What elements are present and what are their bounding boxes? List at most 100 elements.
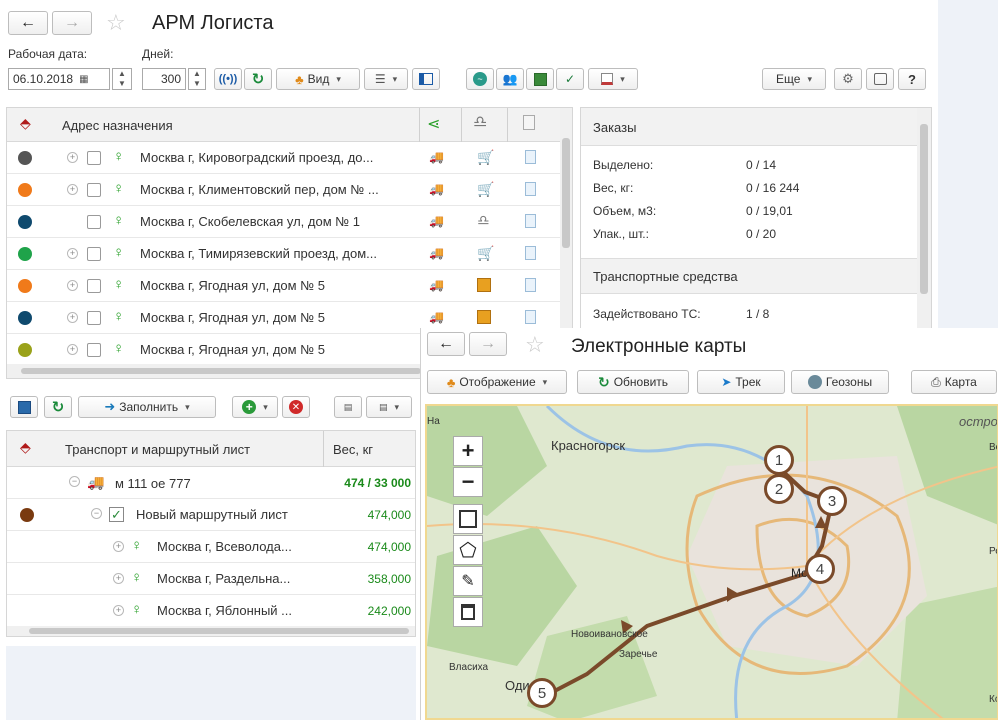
row-checkbox[interactable] — [87, 151, 101, 165]
days-field[interactable]: 300 — [142, 68, 186, 90]
row-checkbox[interactable] — [87, 215, 101, 229]
share-icon[interactable]: ⋖ — [427, 114, 440, 134]
calendar-button[interactable] — [866, 68, 894, 90]
settings-button[interactable]: ⚙ — [834, 68, 862, 90]
date-stepper[interactable]: ▲ ▼ — [112, 68, 132, 90]
forward-button[interactable]: → — [52, 11, 92, 35]
document-status-icon[interactable] — [523, 115, 535, 130]
scroll-thumb[interactable] — [562, 138, 570, 248]
stop-row[interactable]: + ♀ Москва г, Раздельна... 358,000 — [7, 563, 415, 595]
expand-icon[interactable]: + — [67, 312, 78, 323]
expand-icon[interactable]: + — [113, 605, 124, 616]
delete-button[interactable]: ✕ — [282, 396, 310, 418]
map-back-button[interactable]: ← — [427, 332, 465, 356]
expand-icon[interactable]: + — [67, 248, 78, 259]
transport-horizontal-scrollbar[interactable] — [7, 626, 415, 636]
expand-icon[interactable]: + — [67, 344, 78, 355]
table-row[interactable]: + ♀ Москва г, Тимирязевский проезд, дом.… — [7, 238, 560, 270]
col-weight[interactable]: Вес, кг — [333, 442, 373, 457]
vehicle-row[interactable]: − 🚚 м 111 ое 777 474 / 33 000 — [7, 467, 415, 499]
sync-button[interactable]: ~ — [466, 68, 494, 90]
list-icon: ☰ — [374, 72, 386, 86]
users-button[interactable]: 👥 — [496, 68, 524, 90]
collapse-icon[interactable]: − — [91, 508, 102, 519]
delete-shape-button[interactable] — [453, 597, 483, 627]
view-dropdown[interactable]: ♣ Вид — [276, 68, 360, 90]
stop-row[interactable]: + ♀ Москва г, Яблонный ... 242,000 — [7, 595, 415, 627]
row-checkbox[interactable] — [87, 247, 101, 261]
draw-rectangle-button[interactable] — [453, 504, 483, 534]
orders-vertical-scrollbar[interactable] — [560, 108, 572, 364]
zoom-in-button[interactable]: + — [453, 436, 483, 466]
row-checkbox[interactable] — [87, 343, 101, 357]
stop-row[interactable]: + ♀ Москва г, Всеволода... 474,000 — [7, 531, 415, 563]
panel-toggle-button[interactable] — [412, 68, 440, 90]
stop-weight: 242,000 — [367, 604, 411, 618]
route-sheet-row[interactable]: − ✓ Новый маршрутный лист 474,000 — [7, 499, 415, 531]
expand-icon[interactable]: + — [113, 541, 124, 552]
row-checkbox[interactable] — [87, 311, 101, 325]
edit-button[interactable]: ✎ — [453, 566, 483, 596]
approve-button[interactable]: ✓ — [556, 68, 584, 90]
orders-title: Заказы — [593, 120, 637, 135]
transport-refresh-button[interactable]: ↻ — [44, 396, 72, 418]
col-address[interactable]: Адрес назначения — [62, 118, 173, 133]
calc-button[interactable] — [526, 68, 554, 90]
refresh-button[interactable]: ↻ — [244, 68, 272, 90]
signal-button[interactable]: ((•)) — [214, 68, 242, 90]
route-sheet-checkbox[interactable]: ✓ — [109, 507, 124, 522]
map-canvas[interactable] — [427, 406, 998, 720]
collapse-icon[interactable]: − — [69, 476, 80, 487]
stop-address: Москва г, Раздельна... — [157, 571, 291, 586]
draw-polygon-button[interactable]: ⬠ — [453, 535, 483, 565]
zoom-out-button[interactable]: − — [453, 467, 483, 497]
color-sort-icon[interactable]: ⬘ — [20, 115, 31, 132]
move-down-dropdown[interactable]: ▤ — [366, 396, 412, 418]
color-sort-icon[interactable]: ⬘ — [20, 439, 31, 456]
work-date-field[interactable]: 06.10.2018 ▦ — [8, 68, 110, 90]
table-row[interactable]: + ♀ Москва г, Кировоградский проезд, до.… — [7, 142, 560, 174]
route-marker[interactable]: 5 — [527, 678, 557, 708]
route-marker[interactable]: 4 — [805, 554, 835, 584]
star-icon[interactable]: ☆ — [106, 10, 126, 36]
move-up-button[interactable]: ▤ — [334, 396, 362, 418]
map-frame[interactable]: На остров Во Ре Ко Красногорск Москва Но… — [425, 404, 998, 720]
expand-icon[interactable]: + — [67, 152, 78, 163]
geozones-button[interactable]: Геозоны — [791, 370, 889, 394]
row-checkbox[interactable] — [87, 183, 101, 197]
track-button[interactable]: ➤ Трек — [697, 370, 785, 394]
expand-icon[interactable]: + — [67, 280, 78, 291]
fill-dropdown[interactable]: ➜ Заполнить — [78, 396, 216, 418]
expand-icon[interactable]: + — [67, 184, 78, 195]
display-dropdown[interactable]: ♣ Отображение — [427, 370, 567, 394]
route-marker[interactable]: 3 — [817, 486, 847, 516]
back-button[interactable]: ← — [8, 11, 48, 35]
route-marker[interactable]: 2 — [764, 474, 794, 504]
report-dropdown[interactable] — [588, 68, 638, 90]
map-star-icon[interactable]: ☆ — [525, 332, 545, 358]
days-stepper[interactable]: ▲ ▼ — [188, 68, 206, 90]
summary-scrollbar[interactable] — [917, 108, 931, 331]
add-dropdown[interactable]: + — [232, 396, 278, 418]
map-refresh-button[interactable]: ↻ Обновить — [577, 370, 689, 394]
row-checkbox[interactable] — [87, 279, 101, 293]
save-button[interactable] — [10, 396, 38, 418]
table-row[interactable]: + ♀ Москва г, Климентовский пер, дом № .… — [7, 174, 560, 206]
scroll-thumb[interactable] — [21, 368, 421, 374]
list-settings-button[interactable]: ☰ — [364, 68, 408, 90]
expand-icon[interactable]: + — [113, 573, 124, 584]
table-row[interactable]: + ♀ Москва г, Ягодная ул, дом № 5 🚚 — [7, 270, 560, 302]
map-forward-button[interactable]: → — [469, 332, 507, 356]
help-button[interactable]: ? — [898, 68, 926, 90]
truck-icon: 🚚 — [429, 150, 444, 164]
scroll-thumb[interactable] — [920, 124, 928, 294]
col-transport[interactable]: Транспорт и маршрутный лист — [65, 442, 250, 457]
scale-icon[interactable]: ♎ — [473, 112, 487, 132]
print-map-button[interactable]: ⎙ Карта — [911, 370, 997, 394]
more-dropdown[interactable]: Еще — [762, 68, 826, 90]
right-background — [938, 0, 998, 330]
calendar-icon[interactable]: ▦ — [79, 74, 88, 85]
table-row[interactable]: ♀ Москва г, Скобелевская ул, дом № 1 🚚 ♎ — [7, 206, 560, 238]
scroll-thumb[interactable] — [29, 628, 409, 634]
route-marker[interactable]: 1 — [764, 445, 794, 475]
